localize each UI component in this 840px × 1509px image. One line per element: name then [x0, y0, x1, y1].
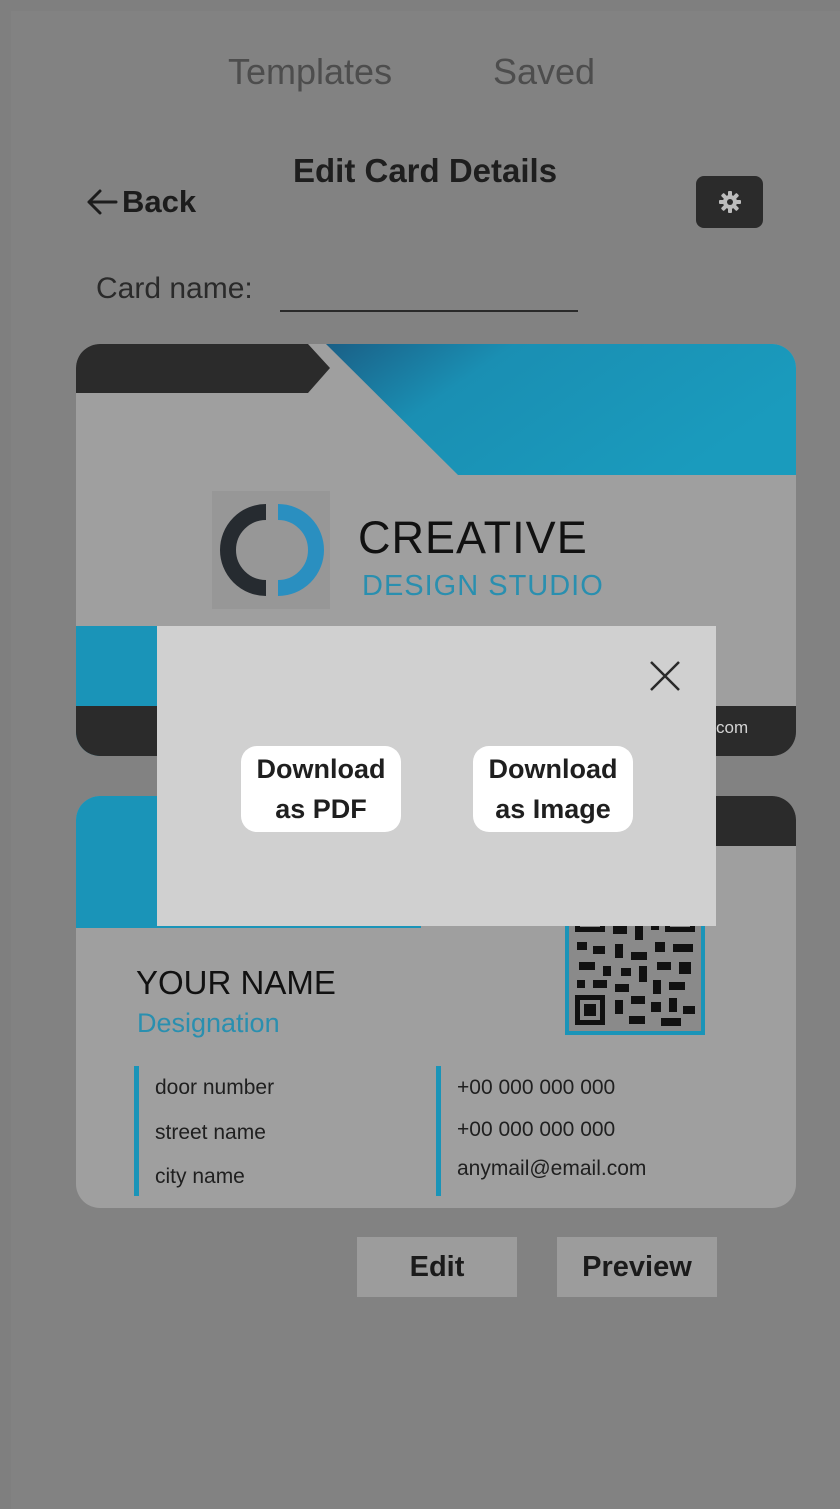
website-text: com	[716, 718, 749, 737]
back-button[interactable]: Back	[84, 182, 196, 222]
address-accent-bar	[134, 1066, 139, 1196]
address-line: door number	[155, 1076, 275, 1099]
address-line: street name	[155, 1121, 266, 1144]
download-dialog: Download as PDF Download as Image	[157, 626, 716, 926]
arrow-left-icon	[87, 189, 118, 215]
download-pdf-line2: as PDF	[275, 794, 367, 824]
download-image-button[interactable]: Download as Image	[473, 746, 633, 832]
preview-button[interactable]: Preview	[557, 1237, 717, 1297]
download-pdf-label: Download as PDF	[257, 749, 386, 829]
card-front-blue-banner	[326, 344, 796, 475]
download-image-line1: Download	[488, 754, 618, 784]
app-screen: Templates Saved Back Edit Card Details C…	[11, 11, 840, 1509]
email-line: anymail@email.com	[457, 1157, 647, 1180]
phone-line: +00 000 000 000	[457, 1118, 616, 1141]
close-icon	[650, 661, 680, 691]
logo	[212, 491, 330, 609]
card-front-dark-tab	[76, 344, 330, 393]
card-name-label: Card name:	[96, 272, 253, 305]
tab-saved[interactable]: Saved	[493, 51, 595, 93]
gear-icon	[718, 191, 741, 213]
download-image-line2: as Image	[495, 794, 611, 824]
brand-name: CREATIVE	[358, 512, 588, 563]
back-label: Back	[122, 184, 197, 219]
download-pdf-button[interactable]: Download as PDF	[241, 746, 401, 832]
download-image-label: Download as Image	[489, 749, 618, 829]
download-pdf-line1: Download	[256, 754, 386, 784]
card-name-input[interactable]	[280, 270, 578, 312]
person-name: YOUR NAME	[136, 964, 336, 1001]
phone-line: +00 000 000 000	[457, 1076, 616, 1099]
edit-button[interactable]: Edit	[357, 1237, 517, 1297]
address-line: city name	[155, 1165, 245, 1188]
logo-ring-icon	[220, 504, 324, 596]
tab-templates[interactable]: Templates	[228, 51, 392, 93]
page-title: Edit Card Details	[293, 152, 558, 189]
brand-subtitle: DESIGN STUDIO	[362, 570, 604, 602]
designation: Designation	[137, 1008, 280, 1038]
contact-accent-bar	[436, 1066, 441, 1196]
close-button[interactable]	[645, 656, 685, 696]
settings-button[interactable]	[696, 176, 763, 228]
